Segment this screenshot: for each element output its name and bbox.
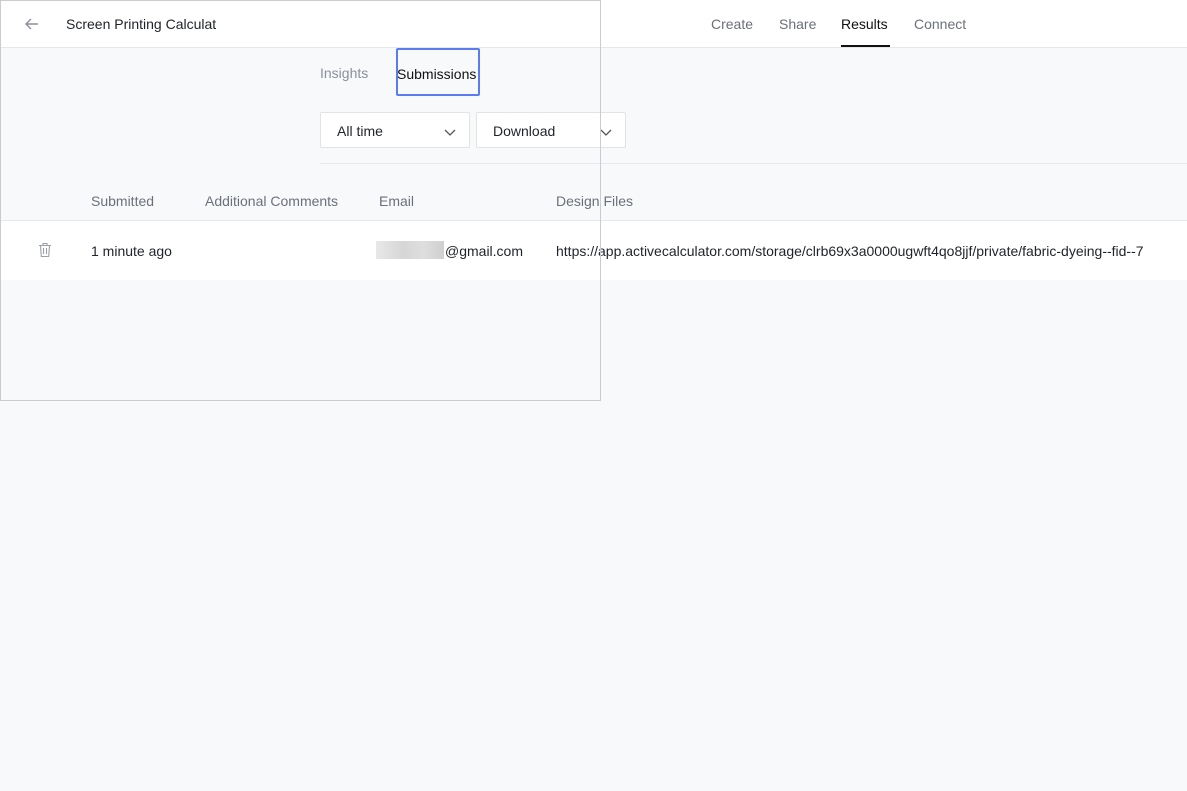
design-files-link[interactable]: https://app.activecalculator.com/storage… xyxy=(556,243,1187,259)
column-header-submitted[interactable]: Submitted xyxy=(91,193,154,209)
download-label: Download xyxy=(493,123,556,139)
tab-share[interactable]: Share xyxy=(779,16,816,32)
subtab-insights[interactable]: Insights xyxy=(320,65,368,81)
arrow-left-icon[interactable] xyxy=(22,14,42,34)
trash-icon[interactable] xyxy=(38,242,52,258)
time-range-value: All time xyxy=(337,123,383,139)
time-range-select[interactable]: All time xyxy=(320,112,470,148)
chevron-down-icon xyxy=(600,125,612,137)
active-tab-indicator xyxy=(841,45,890,47)
table-row[interactable]: 1 minute ago @gmail.com https://app.acti… xyxy=(0,221,1187,280)
chevron-down-icon xyxy=(444,125,456,137)
subtab-submissions[interactable]: Submissions xyxy=(396,48,480,96)
column-header-additional-comments[interactable]: Additional Comments xyxy=(205,193,338,209)
download-select[interactable]: Download xyxy=(476,112,626,148)
column-header-design-files[interactable]: Design Files xyxy=(556,193,633,209)
top-bar: Screen Printing Calculat Create Share Re… xyxy=(0,0,1187,48)
tab-results[interactable]: Results xyxy=(841,16,888,32)
tab-connect[interactable]: Connect xyxy=(914,16,966,32)
column-header-email[interactable]: Email xyxy=(379,193,414,209)
email-cell: @gmail.com xyxy=(445,243,524,259)
redacted-email-prefix xyxy=(376,241,444,259)
submitted-cell: 1 minute ago xyxy=(91,243,172,259)
page-title: Screen Printing Calculat xyxy=(66,16,217,32)
filters-divider xyxy=(320,163,1187,164)
tab-create[interactable]: Create xyxy=(711,16,753,32)
